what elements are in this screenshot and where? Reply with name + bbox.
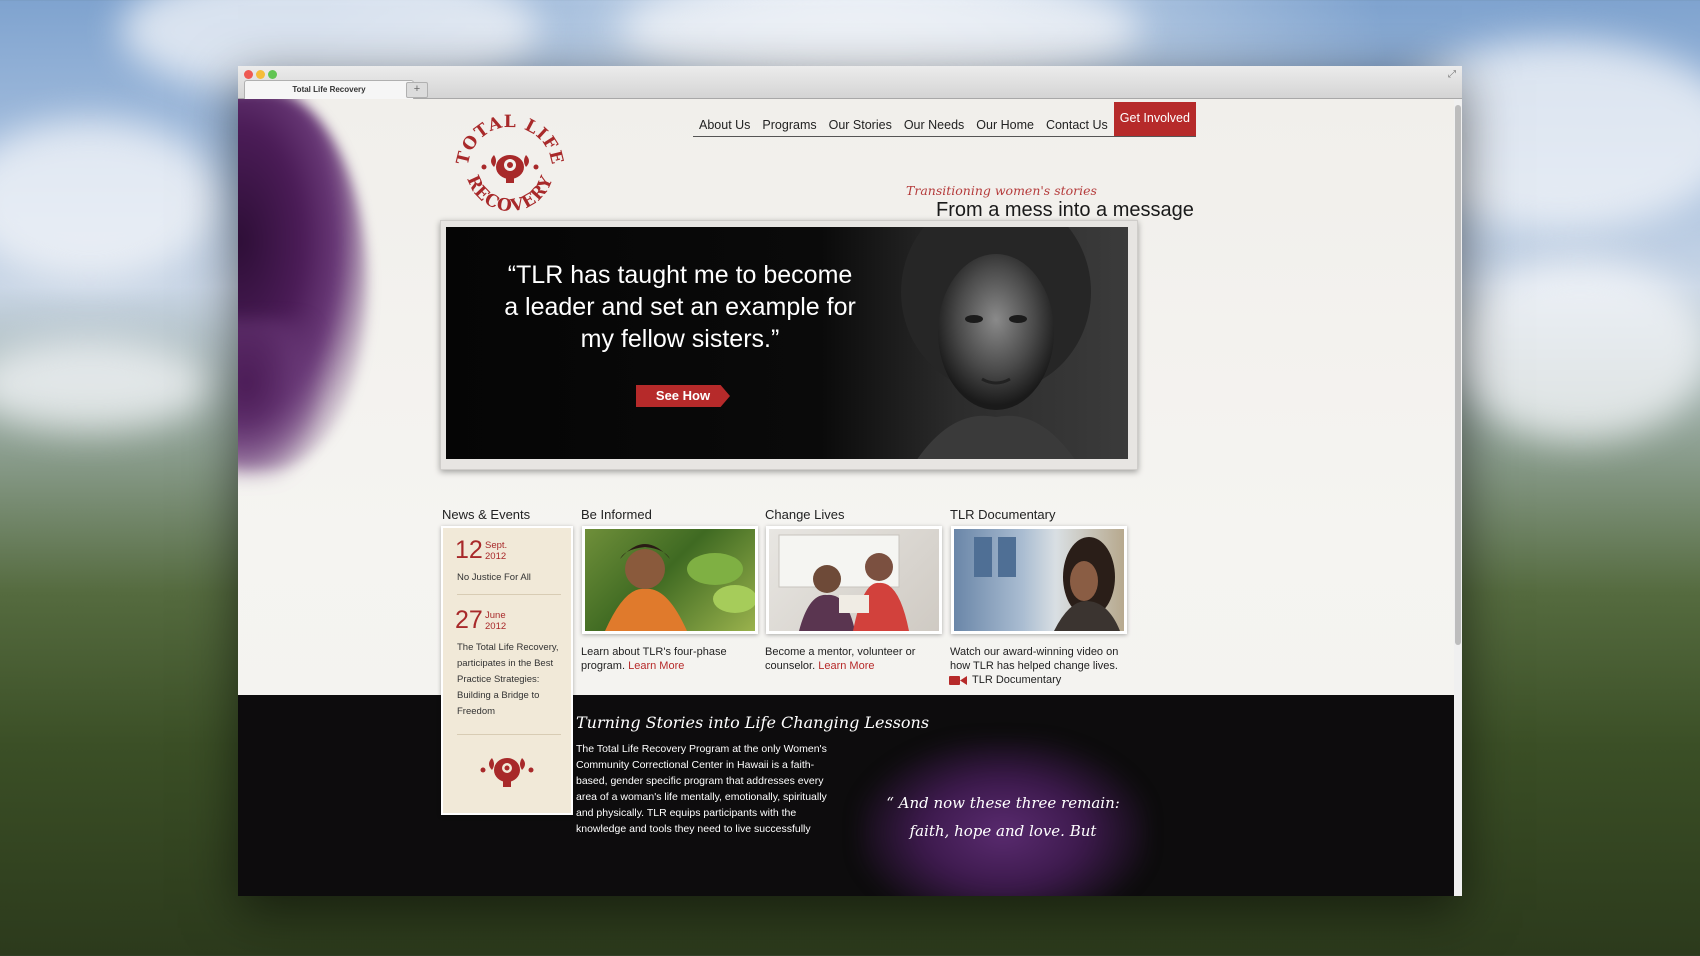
change-lives-text: Become a mentor, volunteer or counselor.… — [765, 645, 945, 673]
nav-programs[interactable]: Programs — [756, 118, 822, 136]
nav-contact-us[interactable]: Contact Us — [1040, 118, 1114, 136]
new-tab-button[interactable]: + — [406, 82, 428, 98]
news-date-day: 27 — [455, 606, 483, 634]
be-informed-text: Learn about TLR's four-phase program. Le… — [581, 645, 761, 673]
zoom-window-button[interactable] — [268, 70, 277, 79]
tlr-documentary-text: Watch our award-winning video on how TLR… — [950, 645, 1130, 673]
tlr-documentary-image[interactable] — [951, 526, 1127, 634]
change-lives-heading: Change Lives — [765, 507, 845, 522]
tlr-documentary-description: Watch our award-winning video on how TLR… — [950, 646, 1119, 672]
hero-portrait-image — [901, 227, 1091, 459]
change-lives-image[interactable] — [766, 526, 942, 634]
browser-window: Total Life Recovery + ⤢ TOTAL LIFE RECOV… — [238, 66, 1462, 896]
see-how-button[interactable]: See How — [636, 385, 730, 407]
emblem-icon — [480, 758, 534, 787]
tagline: From a mess into a message — [936, 199, 1194, 221]
tlr-documentary-heading: TLR Documentary — [950, 507, 1056, 522]
page-scrollbar[interactable] — [1454, 99, 1462, 896]
scrollbar-thumb[interactable] — [1455, 105, 1461, 645]
tagline-script: Transitioning women's stories — [906, 183, 1097, 198]
news-date-year: 2012 — [485, 621, 507, 632]
be-informed-heading: Be Informed — [581, 507, 652, 522]
hero-banner: “TLR has taught me to become a leader an… — [446, 227, 1128, 459]
nav-about-us[interactable]: About Us — [693, 118, 756, 136]
close-window-button[interactable] — [244, 70, 253, 79]
news-divider — [457, 734, 561, 735]
tlr-documentary-video-label: TLR Documentary — [972, 674, 1062, 686]
nav-our-stories[interactable]: Our Stories — [823, 118, 898, 136]
news-date-year: 2012 — [485, 551, 507, 562]
news-item-link[interactable]: No Justice For All — [457, 570, 561, 586]
video-camera-icon — [949, 675, 967, 685]
be-informed-image[interactable] — [582, 526, 758, 634]
web-page: TOTAL LIFE RECOVERY About Us Programs Ou… — [238, 99, 1454, 896]
logo-emblem-icon — [481, 155, 539, 183]
be-informed-learn-more-link[interactable]: Learn More — [628, 660, 684, 672]
news-divider — [457, 594, 561, 595]
get-involved-button[interactable]: Get Involved — [1113, 102, 1196, 136]
news-item-link[interactable]: The Total Life Recovery, participates in… — [457, 640, 561, 720]
tlr-documentary-video-link[interactable]: TLR Documentary — [949, 674, 1061, 686]
news-date-month: Sept. — [485, 540, 508, 551]
news-events-heading: News & Events — [442, 507, 531, 522]
minimize-window-button[interactable] — [256, 70, 265, 79]
scripture-quote: “ And now these three remain: faith, hop… — [886, 794, 1120, 840]
lessons-title: Turning Stories into Life Changing Lesso… — [576, 713, 930, 732]
news-events-card: 12 Sept. 2012 No Justice For All 27 June… — [441, 526, 573, 815]
lessons-text: The Total Life Recovery Program at the o… — [576, 743, 827, 835]
news-date-month: June — [485, 610, 506, 621]
browser-tab[interactable]: Total Life Recovery — [244, 80, 414, 99]
nav-our-needs[interactable]: Our Needs — [898, 118, 970, 136]
nav-our-home[interactable]: Our Home — [970, 118, 1040, 136]
tlr-logo[interactable]: TOTAL LIFE RECOVERY — [454, 109, 566, 221]
fullscreen-icon[interactable]: ⤢ — [1448, 69, 1456, 80]
ink-splash-decoration-lower — [238, 319, 318, 479]
main-nav: About Us Programs Our Stories Our Needs … — [693, 102, 1196, 137]
change-lives-learn-more-link[interactable]: Learn More — [818, 660, 874, 672]
news-date-day: 12 — [455, 536, 483, 564]
browser-titlebar: Total Life Recovery + ⤢ — [238, 66, 1462, 99]
hero-quote: “TLR has taught me to become a leader an… — [504, 261, 856, 353]
